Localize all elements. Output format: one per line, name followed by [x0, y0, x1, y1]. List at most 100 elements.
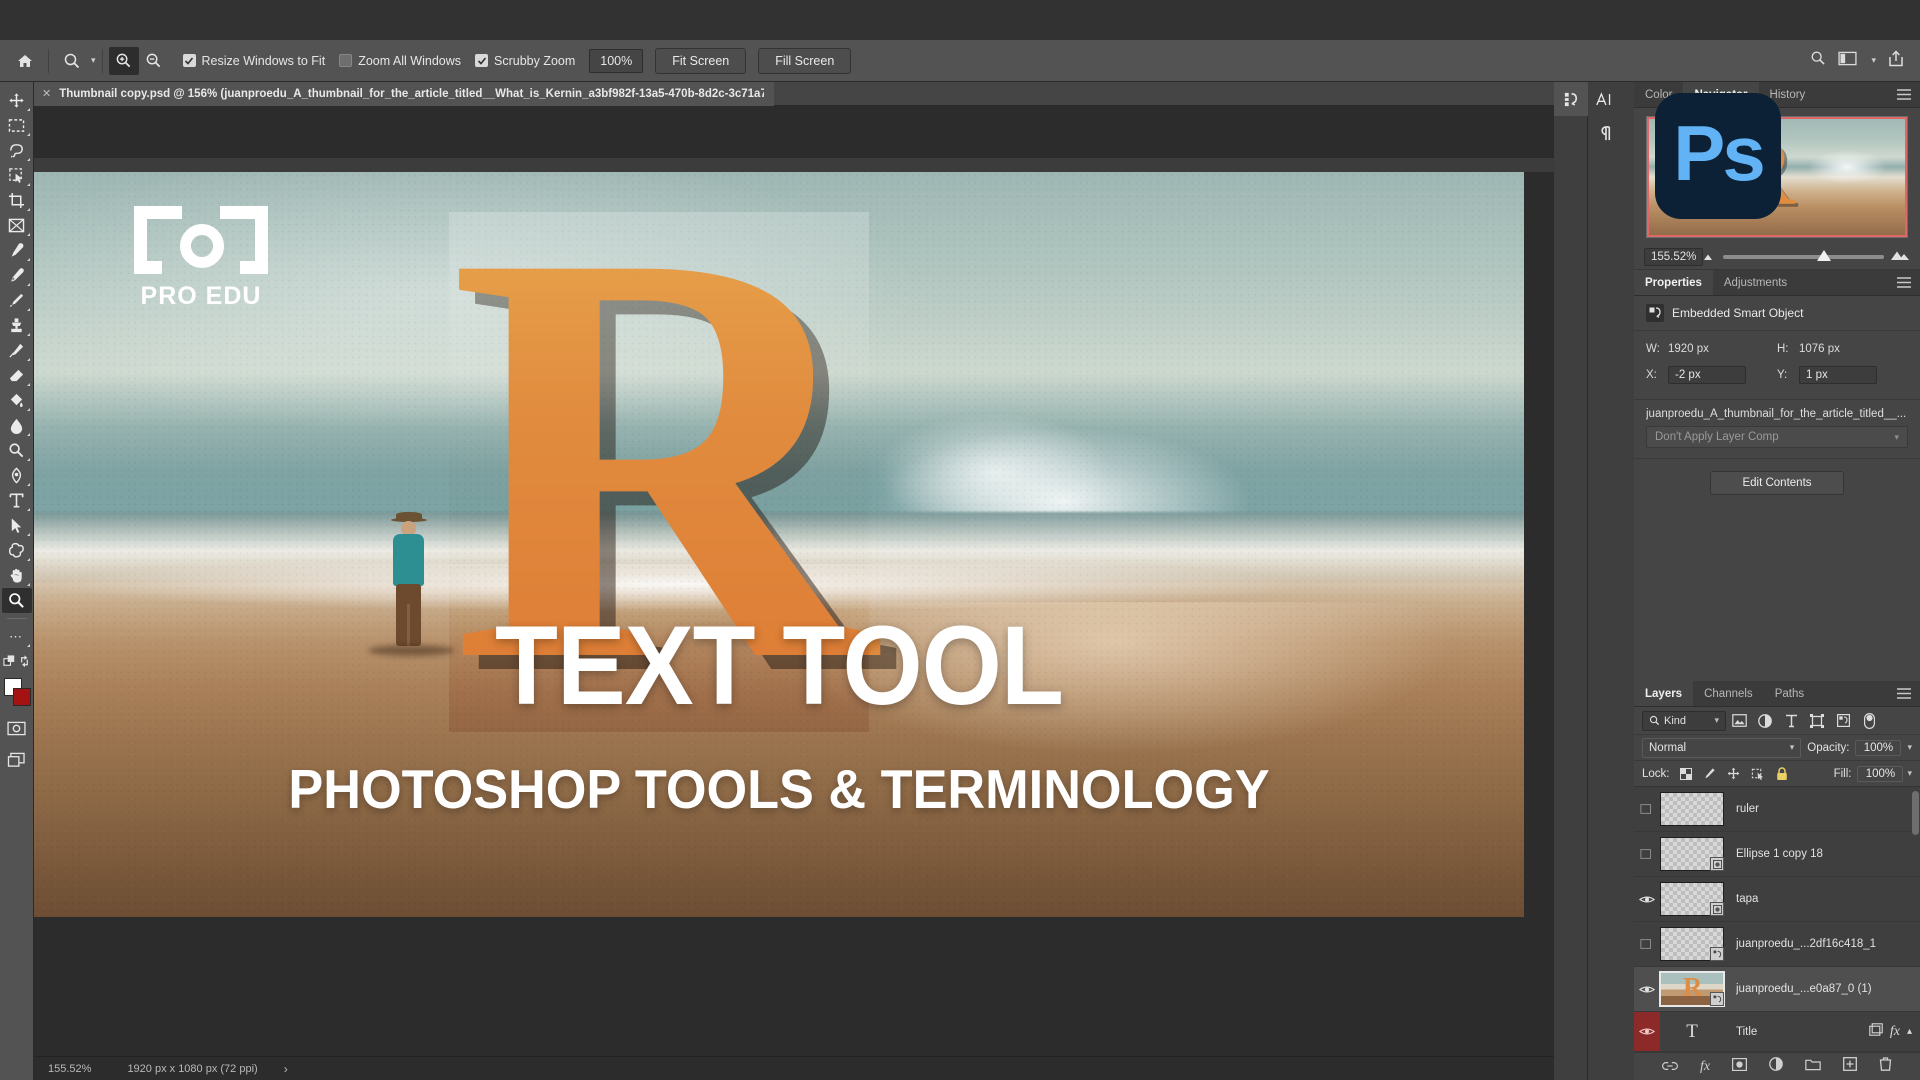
type-tool[interactable]	[2, 488, 32, 513]
layer-name[interactable]: tapa	[1736, 893, 1912, 905]
group-indicator-icon[interactable]	[1869, 1022, 1883, 1041]
resize-windows-to-fit-checkbox[interactable]: Resize Windows to Fit	[182, 54, 325, 68]
chevron-down-icon[interactable]: ▾	[91, 55, 96, 66]
dodge-tool[interactable]	[2, 438, 32, 463]
home-icon[interactable]	[8, 46, 42, 76]
status-expand-arrow[interactable]: ›	[284, 1062, 288, 1076]
adjustment-filter-icon[interactable]	[1752, 710, 1778, 732]
background-color-swatch[interactable]	[12, 688, 31, 706]
layer-thumbnail[interactable]	[1660, 927, 1724, 961]
layer-name[interactable]: ruler	[1736, 803, 1912, 815]
layer-name[interactable]: Ellipse 1 copy 18	[1736, 848, 1912, 860]
history-brush-tool[interactable]	[2, 338, 32, 363]
chevron-down-icon[interactable]: ▾	[1907, 742, 1912, 753]
navigator-zoom-slider[interactable]	[1723, 249, 1884, 261]
table-row[interactable]: Ellipse 1 copy 18	[1634, 832, 1920, 877]
libraries-icon[interactable]	[1554, 82, 1588, 116]
panel-menu-icon[interactable]	[1888, 270, 1920, 295]
property-y[interactable]: Y: 1 px	[1777, 365, 1908, 385]
table-row[interactable]: R juanproedu_...e0a87_0 (1)	[1634, 967, 1920, 1012]
pen-tool[interactable]	[2, 463, 32, 488]
spot-healing-brush-tool[interactable]	[2, 263, 32, 288]
default-colors-and-swap-icon[interactable]	[2, 649, 32, 674]
edit-contents-button[interactable]: Edit Contents	[1710, 471, 1844, 495]
chevron-up-icon[interactable]: ▴	[1907, 1026, 1912, 1037]
x-input[interactable]: -2 px	[1668, 366, 1746, 384]
table-row[interactable]: T Title fx ▴	[1634, 1012, 1920, 1052]
screen-mode-icon[interactable]	[2, 747, 32, 772]
table-row[interactable]: juanproedu_...2df16c418_1	[1634, 922, 1920, 967]
rectangular-marquee-tool[interactable]	[2, 113, 32, 138]
type-filter-icon[interactable]	[1778, 710, 1804, 732]
zoom-percent-input[interactable]: 100%	[589, 48, 644, 73]
layer-visibility-toggle[interactable]	[1634, 938, 1660, 950]
zoom-in-mountain-icon[interactable]	[1890, 248, 1910, 266]
layer-name[interactable]: Title	[1736, 1026, 1869, 1038]
smart-object-filter-icon[interactable]	[1830, 710, 1856, 732]
fill-input[interactable]: 100%	[1857, 765, 1904, 782]
zoom-out-mountain-icon[interactable]	[1703, 248, 1717, 266]
status-zoom-level[interactable]: 155.52%	[48, 1063, 91, 1075]
delete-layer-icon[interactable]	[1879, 1057, 1892, 1076]
lock-image-icon[interactable]	[1700, 764, 1720, 784]
toggle-filter-icon[interactable]	[1856, 710, 1882, 732]
zoom-tool-icon[interactable]	[55, 46, 89, 76]
chevron-down-icon[interactable]: ▾	[1907, 768, 1912, 779]
y-input[interactable]: 1 px	[1799, 366, 1877, 384]
table-row[interactable]: ruler	[1634, 787, 1920, 832]
property-x[interactable]: X: -2 px	[1646, 365, 1777, 385]
zoom-in-icon[interactable]	[108, 46, 139, 75]
tab-properties[interactable]: Properties	[1634, 270, 1713, 295]
layer-thumbnail[interactable]	[1660, 882, 1724, 916]
zoom-slider-handle[interactable]	[1816, 249, 1831, 261]
lock-transparency-icon[interactable]	[1676, 764, 1696, 784]
opacity-input[interactable]: 100%	[1855, 739, 1902, 756]
panel-menu-icon[interactable]	[1888, 681, 1920, 706]
layer-visibility-toggle[interactable]	[1634, 894, 1660, 905]
color-swatches[interactable]	[2, 678, 32, 710]
scrubby-zoom-checkbox[interactable]: Scrubby Zoom	[475, 54, 575, 68]
group-folder-icon[interactable]	[1805, 1058, 1821, 1076]
move-tool[interactable]	[2, 88, 32, 113]
layer-filter-kind-select[interactable]: Kind ▾	[1642, 710, 1726, 731]
chevron-down-icon[interactable]: ▾	[1871, 55, 1876, 66]
layer-comp-select[interactable]: Don't Apply Layer Comp ▾	[1646, 426, 1908, 448]
search-icon[interactable]	[1810, 50, 1826, 71]
fill-screen-button[interactable]: Fill Screen	[758, 47, 852, 74]
layer-visibility-toggle[interactable]	[1634, 1012, 1660, 1051]
table-row[interactable]: tapa	[1634, 877, 1920, 922]
fit-screen-button[interactable]: Fit Screen	[655, 47, 747, 74]
layer-thumbnail[interactable]	[1660, 792, 1724, 826]
menu-bar[interactable]	[0, 0, 1920, 40]
panel-menu-icon[interactable]	[1888, 82, 1920, 107]
shape-filter-icon[interactable]	[1804, 710, 1830, 732]
layer-thumbnail[interactable]: R	[1659, 971, 1725, 1007]
clone-stamp-tool[interactable]	[2, 313, 32, 338]
edit-toolbar-more-icon[interactable]: ⋯	[2, 624, 32, 649]
gradient-tool[interactable]	[2, 388, 32, 413]
zoom-out-icon[interactable]	[139, 47, 169, 75]
path-selection-tool[interactable]	[2, 513, 32, 538]
layer-visibility-toggle[interactable]	[1634, 984, 1660, 995]
eraser-tool[interactable]	[2, 363, 32, 388]
share-icon[interactable]	[1888, 49, 1904, 72]
adjustment-icon[interactable]	[1769, 1057, 1783, 1076]
paragraph-panel-icon[interactable]	[1588, 116, 1622, 150]
frame-tool[interactable]	[2, 213, 32, 238]
pixel-filter-icon[interactable]	[1726, 710, 1752, 732]
lock-all-icon[interactable]	[1772, 764, 1792, 784]
tab-channels[interactable]: Channels	[1693, 681, 1764, 706]
hand-tool[interactable]	[2, 563, 32, 588]
layer-visibility-toggle[interactable]	[1634, 848, 1660, 860]
quick-mask-icon[interactable]	[2, 716, 32, 741]
object-selection-tool[interactable]	[2, 163, 32, 188]
brush-tool[interactable]	[2, 288, 32, 313]
document-tab[interactable]: ✕ Thumbnail copy.psd @ 156% (juanproedu_…	[34, 82, 774, 106]
crop-tool[interactable]	[2, 188, 32, 213]
fx-icon[interactable]: fx	[1700, 1059, 1710, 1075]
tab-layers[interactable]: Layers	[1634, 681, 1694, 706]
layers-scrollbar[interactable]	[1912, 791, 1919, 835]
blend-mode-select[interactable]: Normal ▾	[1642, 737, 1802, 758]
workspace-icon[interactable]	[1838, 51, 1858, 71]
lock-artboard-icon[interactable]	[1748, 764, 1768, 784]
